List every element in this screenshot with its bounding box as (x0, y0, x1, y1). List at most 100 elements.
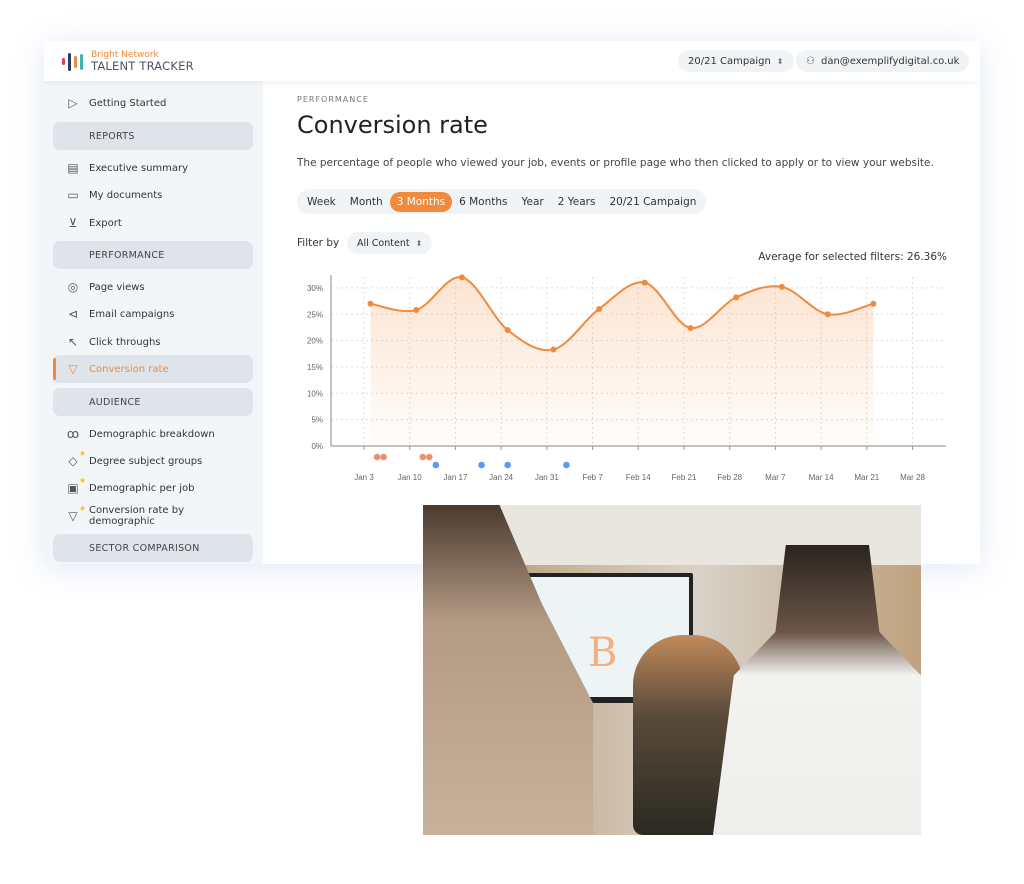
x-tick-label: Mar 14 (809, 473, 834, 482)
section-audience[interactable]: AUDIENCE (53, 388, 253, 416)
event-marker-blue (563, 461, 570, 469)
y-tick-label: 5% (311, 416, 323, 425)
section-sector-comparison[interactable]: SECTOR COMPARISON (53, 534, 253, 562)
label: My documents (89, 189, 163, 201)
event-marker-blue (478, 461, 485, 469)
data-point (687, 324, 694, 331)
label: Conversion rate by demographic (88, 505, 184, 527)
sort-arrows-icon: ⬍ (776, 56, 784, 66)
event-marker-orange (380, 453, 387, 461)
label: Demographic per job (89, 482, 195, 494)
range-tab-week[interactable]: Week (300, 192, 343, 212)
x-tick-label: Jan 24 (489, 473, 514, 482)
sidebar-item-conversion-rate[interactable]: ▽ Conversion rate (53, 355, 253, 383)
funnel-icon: ▽ ★ (68, 504, 86, 523)
label: Executive summary (89, 162, 189, 174)
section-performance[interactable]: PERFORMANCE (53, 241, 253, 269)
data-point (504, 327, 511, 334)
sidebar-item-conversion-by-demographic[interactable]: ▽ ★ Conversion rate by demographic (53, 502, 253, 530)
office-presentation-photo: B (423, 505, 921, 835)
x-tick-label: Jan 31 (535, 473, 560, 482)
y-tick-label: 10% (307, 389, 323, 398)
data-point (778, 283, 785, 290)
label: Demographic breakdown (89, 428, 215, 440)
data-point (824, 311, 831, 318)
top-bar: Bright Network TALENT TRACKER 20/21 Camp… (44, 41, 980, 81)
sidebar-item-getting-started[interactable]: ▷ Getting Started (53, 89, 253, 117)
label: Conversion rate (89, 363, 169, 375)
play-icon: ▷ (68, 96, 78, 110)
data-point (733, 294, 740, 301)
data-point (641, 279, 648, 286)
campaign-select[interactable]: 20/21 Campaign ⬍ (678, 50, 794, 72)
star-icon: ★ (78, 476, 86, 485)
user-menu[interactable]: ⚇ dan@exemplifydigital.co.uk (796, 50, 970, 72)
sidebar-item-my-documents[interactable]: ▭ My documents (53, 181, 253, 209)
sidebar-item-demographic-breakdown[interactable]: ꝏ Demographic breakdown (53, 420, 253, 448)
user-icon: ⚇ (806, 55, 815, 67)
sidebar-item-executive-summary[interactable]: ▤ Executive summary (53, 154, 253, 182)
star-icon: ★ (78, 449, 86, 458)
campaign-select-value: 20/21 Campaign (688, 55, 771, 67)
funnel-icon: ▽ (68, 362, 78, 376)
event-marker-orange (419, 453, 427, 461)
sidebar: ▷ Getting Started REPORTS ▤ Executive summ… (44, 81, 263, 564)
logo[interactable]: Bright Network TALENT TRACKER (62, 50, 194, 73)
megaphone-icon: ⊲ (67, 307, 79, 321)
data-point (367, 300, 374, 307)
users-icon: ꝏ (66, 427, 80, 441)
data-point (550, 346, 557, 353)
range-tab-20-21-campaign[interactable]: 20/21 Campaign (602, 192, 703, 212)
filter-label: Filter by (297, 237, 340, 249)
y-tick-label: 25% (307, 310, 323, 319)
x-tick-label: Mar 7 (765, 473, 786, 482)
logo-bars-icon (62, 52, 83, 71)
range-tab-2-years[interactable]: 2 Years (551, 192, 603, 212)
x-tick-label: Feb 21 (672, 473, 697, 482)
event-marker-orange (373, 453, 381, 461)
x-tick-label: Mar 21 (854, 473, 879, 482)
page-description: The percentage of people who viewed your… (297, 157, 934, 169)
y-tick-label: 20% (307, 337, 323, 346)
graduation-cap-icon: ◇ ★ (68, 449, 86, 468)
star-icon: ★ (78, 504, 86, 513)
label: Click throughs (89, 336, 161, 348)
x-tick-label: Feb 7 (582, 473, 603, 482)
range-tab-3-months[interactable]: 3 Months (389, 191, 453, 212)
sidebar-item-export[interactable]: ⊻ Export (53, 209, 253, 237)
document-icon: ▤ (67, 161, 79, 175)
label: Export (89, 217, 122, 229)
event-marker-blue (504, 461, 511, 469)
data-point (870, 300, 877, 307)
event-marker-blue (432, 461, 440, 469)
user-email: dan@exemplifydigital.co.uk (820, 55, 960, 67)
eye-icon: ◎ (67, 280, 79, 294)
range-tab-month[interactable]: Month (343, 192, 390, 212)
conversion-chart: 0% 5% 10% 15% 20% 25% 30% Jan 3 Jan 10 Jan 17 Jan … (307, 274, 946, 482)
y-tick-label: 30% (307, 284, 323, 293)
x-tick-label: Jan 17 (443, 473, 468, 482)
data-point (458, 274, 465, 281)
range-tab-6-months[interactable]: 6 Months (452, 192, 514, 212)
sidebar-item-click-throughs[interactable]: ↖ Click throughs (53, 328, 253, 356)
y-tick-label: 15% (307, 363, 323, 372)
x-tick-label: Feb 28 (717, 473, 742, 482)
range-tab-year[interactable]: Year (515, 192, 551, 212)
data-point (596, 305, 603, 312)
area-fill (370, 277, 874, 446)
range-tabs: Week Month 3 Months 6 Months Year 2 Years 20/2… (297, 189, 707, 214)
section-reports[interactable]: REPORTS (53, 122, 253, 150)
x-tick-label: Jan 3 (354, 473, 374, 482)
average-readout: Average for selected filters: 26.36% (758, 251, 947, 263)
sidebar-item-degree-subject-groups[interactable]: ◇ ★ Degree subject groups (53, 447, 253, 475)
sidebar-item-email-campaigns[interactable]: ⊲ Email campaigns (53, 300, 253, 328)
sidebar-item-page-views[interactable]: ◎ Page views (53, 273, 253, 301)
y-tick-label: 0% (311, 442, 323, 451)
filter-value: All Content (357, 237, 410, 249)
download-icon: ⊻ (68, 216, 78, 230)
content-filter-select[interactable]: All Content ⬍ (347, 232, 433, 254)
page-title: Conversion rate (297, 111, 488, 139)
event-marker-orange (426, 453, 433, 461)
sidebar-item-demographic-per-job[interactable]: ▣ ★ Demographic per job (53, 474, 253, 502)
x-tick-label: Jan 10 (398, 473, 423, 482)
